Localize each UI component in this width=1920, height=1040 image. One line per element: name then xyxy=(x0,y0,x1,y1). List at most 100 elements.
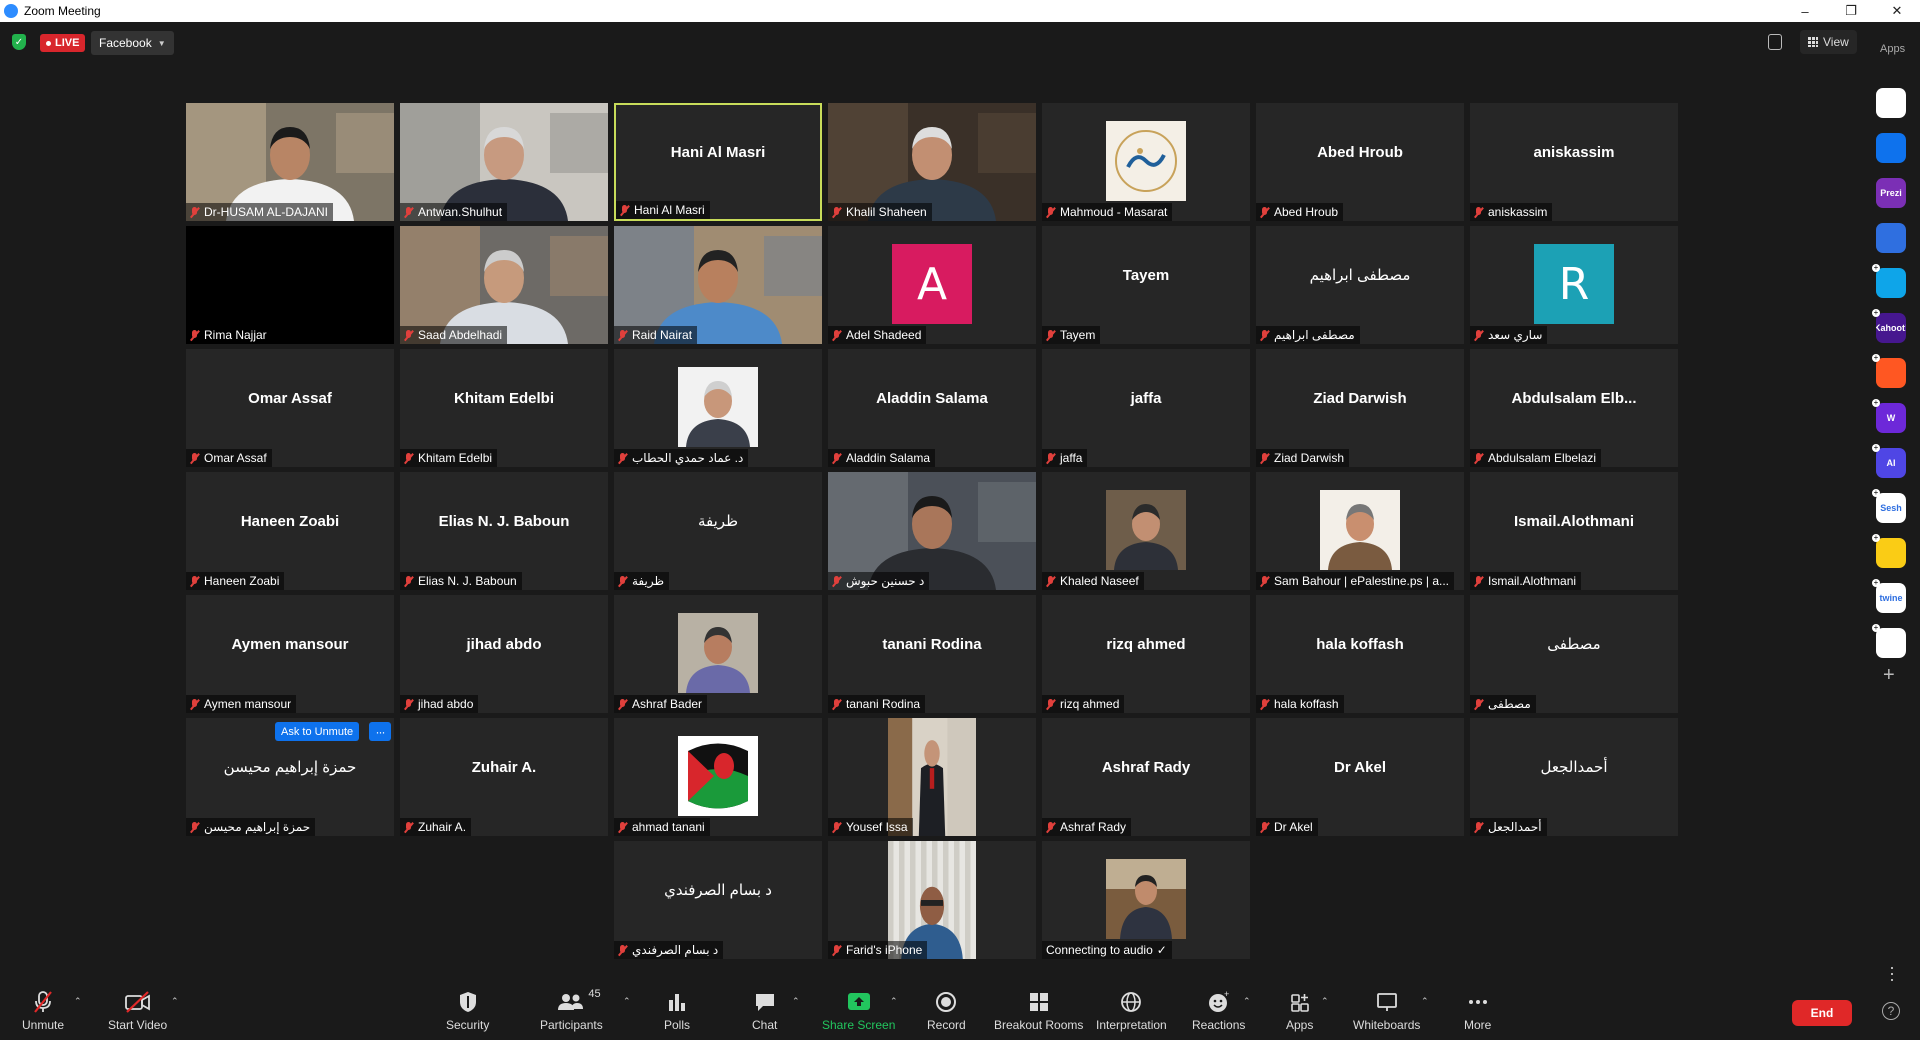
participant-tile-15[interactable]: Omar Assaf Omar Assaf xyxy=(186,349,394,467)
app-add-badge-icon: + xyxy=(1872,443,1880,452)
reactions-button[interactable]: + Reactions xyxy=(1192,990,1245,1032)
participant-tile-5[interactable]: Mahmoud - Masarat xyxy=(1042,103,1250,221)
participant-tile-14[interactable]: R ساري سعد xyxy=(1470,226,1678,344)
participant-tile-12[interactable]: Tayem Tayem xyxy=(1042,226,1250,344)
wooclap-app-icon[interactable]: W xyxy=(1876,403,1906,433)
participant-tile-3[interactable]: Hani Al Masri Hani Al Masri xyxy=(614,103,822,221)
participant-tile-38[interactable]: ahmad tanani xyxy=(614,718,822,836)
participant-tile-29[interactable]: Aymen mansour Aymen mansour xyxy=(186,595,394,713)
orange-app-icon[interactable] xyxy=(1876,358,1906,388)
participant-display-name: Dr Akel xyxy=(1334,758,1386,776)
twine-app-icon[interactable]: twine xyxy=(1876,583,1906,613)
participant-tile-17[interactable]: د. عماد حمدي الحطاب xyxy=(614,349,822,467)
participant-tile-39[interactable]: Yousef Issa xyxy=(828,718,1036,836)
clipboard-app-icon[interactable] xyxy=(1876,88,1906,118)
participants-button[interactable]: 45 Participants xyxy=(540,988,603,1032)
muted-microphone-icon xyxy=(1260,329,1269,341)
timer-app-icon[interactable] xyxy=(1876,223,1906,253)
apps-caret-icon[interactable]: ⌃ xyxy=(1321,996,1329,1007)
participant-tile-37[interactable]: Zuhair A. Zuhair A. xyxy=(400,718,608,836)
participant-name-bar: مصطفى xyxy=(1470,695,1536,713)
grid-app-icon[interactable] xyxy=(1876,628,1906,658)
participant-tile-13[interactable]: مصطفى ابراهيم مصطفى ابراهيم xyxy=(1256,226,1464,344)
breakout-rooms-button[interactable]: Breakout Rooms xyxy=(994,990,1083,1032)
participant-display-name: Ziad Darwish xyxy=(1313,389,1407,407)
more-button[interactable]: More xyxy=(1464,990,1491,1032)
participant-tile-22[interactable]: Haneen Zoabi Haneen Zoabi xyxy=(186,472,394,590)
interpretation-button[interactable]: Interpretation xyxy=(1096,990,1167,1032)
chat-caret-icon[interactable]: ⌃ xyxy=(792,996,800,1007)
pitch-app-icon[interactable] xyxy=(1876,268,1906,298)
participant-name-label: Rima Najjar xyxy=(204,328,267,342)
kahoot-app-icon[interactable]: Kahoot! xyxy=(1876,313,1906,343)
ai-app-icon[interactable]: AI xyxy=(1876,448,1906,478)
participant-tile-27[interactable]: Sam Bahour | ePalestine.ps | a... xyxy=(1256,472,1464,590)
participant-tile-8[interactable]: Rima Najjar xyxy=(186,226,394,344)
svg-text:+: + xyxy=(1224,990,1229,999)
unmute-button[interactable]: Unmute xyxy=(22,990,64,1032)
sesh-app-icon[interactable]: Sesh xyxy=(1876,493,1906,523)
participants-caret-icon[interactable]: ⌃ xyxy=(623,996,631,1007)
participant-tile-35[interactable]: مصطفى مصطفى xyxy=(1470,595,1678,713)
whiteboards-caret-icon[interactable]: ⌃ xyxy=(1421,996,1429,1007)
participant-tile-26[interactable]: Khaled Naseef xyxy=(1042,472,1250,590)
apps-button[interactable]: Apps xyxy=(1286,990,1313,1032)
participant-name-bar: د حسنين حبوش xyxy=(828,572,930,590)
participant-tile-30[interactable]: jihad abdo jihad abdo xyxy=(400,595,608,713)
polls-button[interactable]: Polls xyxy=(664,990,690,1032)
participant-tile-31[interactable]: Ashraf Bader xyxy=(614,595,822,713)
tile-more-options-button[interactable]: ··· xyxy=(369,722,391,741)
participant-tile-24[interactable]: ظريفة ظريفة xyxy=(614,472,822,590)
muted-microphone-icon xyxy=(618,329,627,341)
participant-tile-40[interactable]: Ashraf Rady Ashraf Rady xyxy=(1042,718,1250,836)
share-screen-caret-icon[interactable]: ⌃ xyxy=(890,996,898,1007)
participant-tile-45[interactable]: Connecting to audio ✓ xyxy=(1042,841,1250,959)
whiteboards-label: Whiteboards xyxy=(1353,1018,1421,1032)
chat-button[interactable]: Chat xyxy=(752,990,777,1032)
avatar xyxy=(678,736,758,816)
participant-tile-18[interactable]: Aladdin Salama Aladdin Salama xyxy=(828,349,1036,467)
participant-tile-34[interactable]: hala koffash hala koffash xyxy=(1256,595,1464,713)
participant-tile-20[interactable]: Ziad Darwish Ziad Darwish xyxy=(1256,349,1464,467)
participant-tile-32[interactable]: tanani Rodina tanani Rodina xyxy=(828,595,1036,713)
record-button[interactable]: Record xyxy=(927,990,966,1032)
participant-tile-10[interactable]: Raid Nairat xyxy=(614,226,822,344)
add-app-icon[interactable]: + xyxy=(1883,664,1895,687)
end-meeting-button[interactable]: End xyxy=(1792,1000,1852,1026)
video-options-caret-icon[interactable]: ⌃ xyxy=(171,996,179,1007)
participant-tile-42[interactable]: أحمدالجعل أحمدالجعل xyxy=(1470,718,1678,836)
participant-tile-21[interactable]: Abdulsalam Elb... Abdulsalam Elbelazi xyxy=(1470,349,1678,467)
participant-display-name: Abed Hroub xyxy=(1317,143,1403,161)
muted-microphone-icon xyxy=(618,821,627,833)
participant-tile-43[interactable]: د بسام الصرفندي د بسام الصرفندي xyxy=(614,841,822,959)
security-button[interactable]: Security xyxy=(446,990,489,1032)
participant-tile-11[interactable]: A Adel Shadeed xyxy=(828,226,1036,344)
start-video-button[interactable]: Start Video xyxy=(108,990,167,1032)
participant-tile-16[interactable]: Khitam Edelbi Khitam Edelbi xyxy=(400,349,608,467)
reactions-caret-icon[interactable]: ⌃ xyxy=(1243,996,1251,1007)
emoji-app-icon[interactable] xyxy=(1876,538,1906,568)
participant-tile-7[interactable]: aniskassim aniskassim xyxy=(1470,103,1678,221)
participant-tile-9[interactable]: Saad Abdelhadi xyxy=(400,226,608,344)
participant-tile-33[interactable]: rizq ahmed rizq ahmed xyxy=(1042,595,1250,713)
participant-tile-6[interactable]: Abed Hroub Abed Hroub xyxy=(1256,103,1464,221)
participant-tile-2[interactable]: Antwan.Shulhut xyxy=(400,103,608,221)
participant-tile-1[interactable]: Dr-HUSAM AL-DAJANI xyxy=(186,103,394,221)
participant-tile-23[interactable]: Elias N. J. Baboun Elias N. J. Baboun xyxy=(400,472,608,590)
participant-tile-44[interactable]: Farid's iPhone xyxy=(828,841,1036,959)
participant-tile-41[interactable]: Dr Akel Dr Akel xyxy=(1256,718,1464,836)
participant-tile-25[interactable]: د حسنين حبوش xyxy=(828,472,1036,590)
more-label: More xyxy=(1464,1018,1492,1032)
share-screen-button[interactable]: Share Screen xyxy=(822,990,895,1032)
participant-tile-19[interactable]: jaffa jaffa xyxy=(1042,349,1250,467)
whiteboards-button[interactable]: Whiteboards xyxy=(1353,990,1420,1032)
participant-name-bar: Khitam Edelbi xyxy=(400,449,498,467)
participant-display-name: hala koffash xyxy=(1316,635,1404,653)
participant-tile-4[interactable]: Khalil Shaheen xyxy=(828,103,1036,221)
share-screen-icon xyxy=(847,993,870,1010)
ask-to-unmute-button[interactable]: Ask to Unmute xyxy=(275,722,360,741)
prezi-app-icon[interactable]: Prezi xyxy=(1876,178,1906,208)
audio-options-caret-icon[interactable]: ⌃ xyxy=(74,996,82,1007)
participant-tile-28[interactable]: Ismail.Alothmani Ismail.Alothmani xyxy=(1470,472,1678,590)
camera-app-icon[interactable] xyxy=(1876,133,1906,163)
